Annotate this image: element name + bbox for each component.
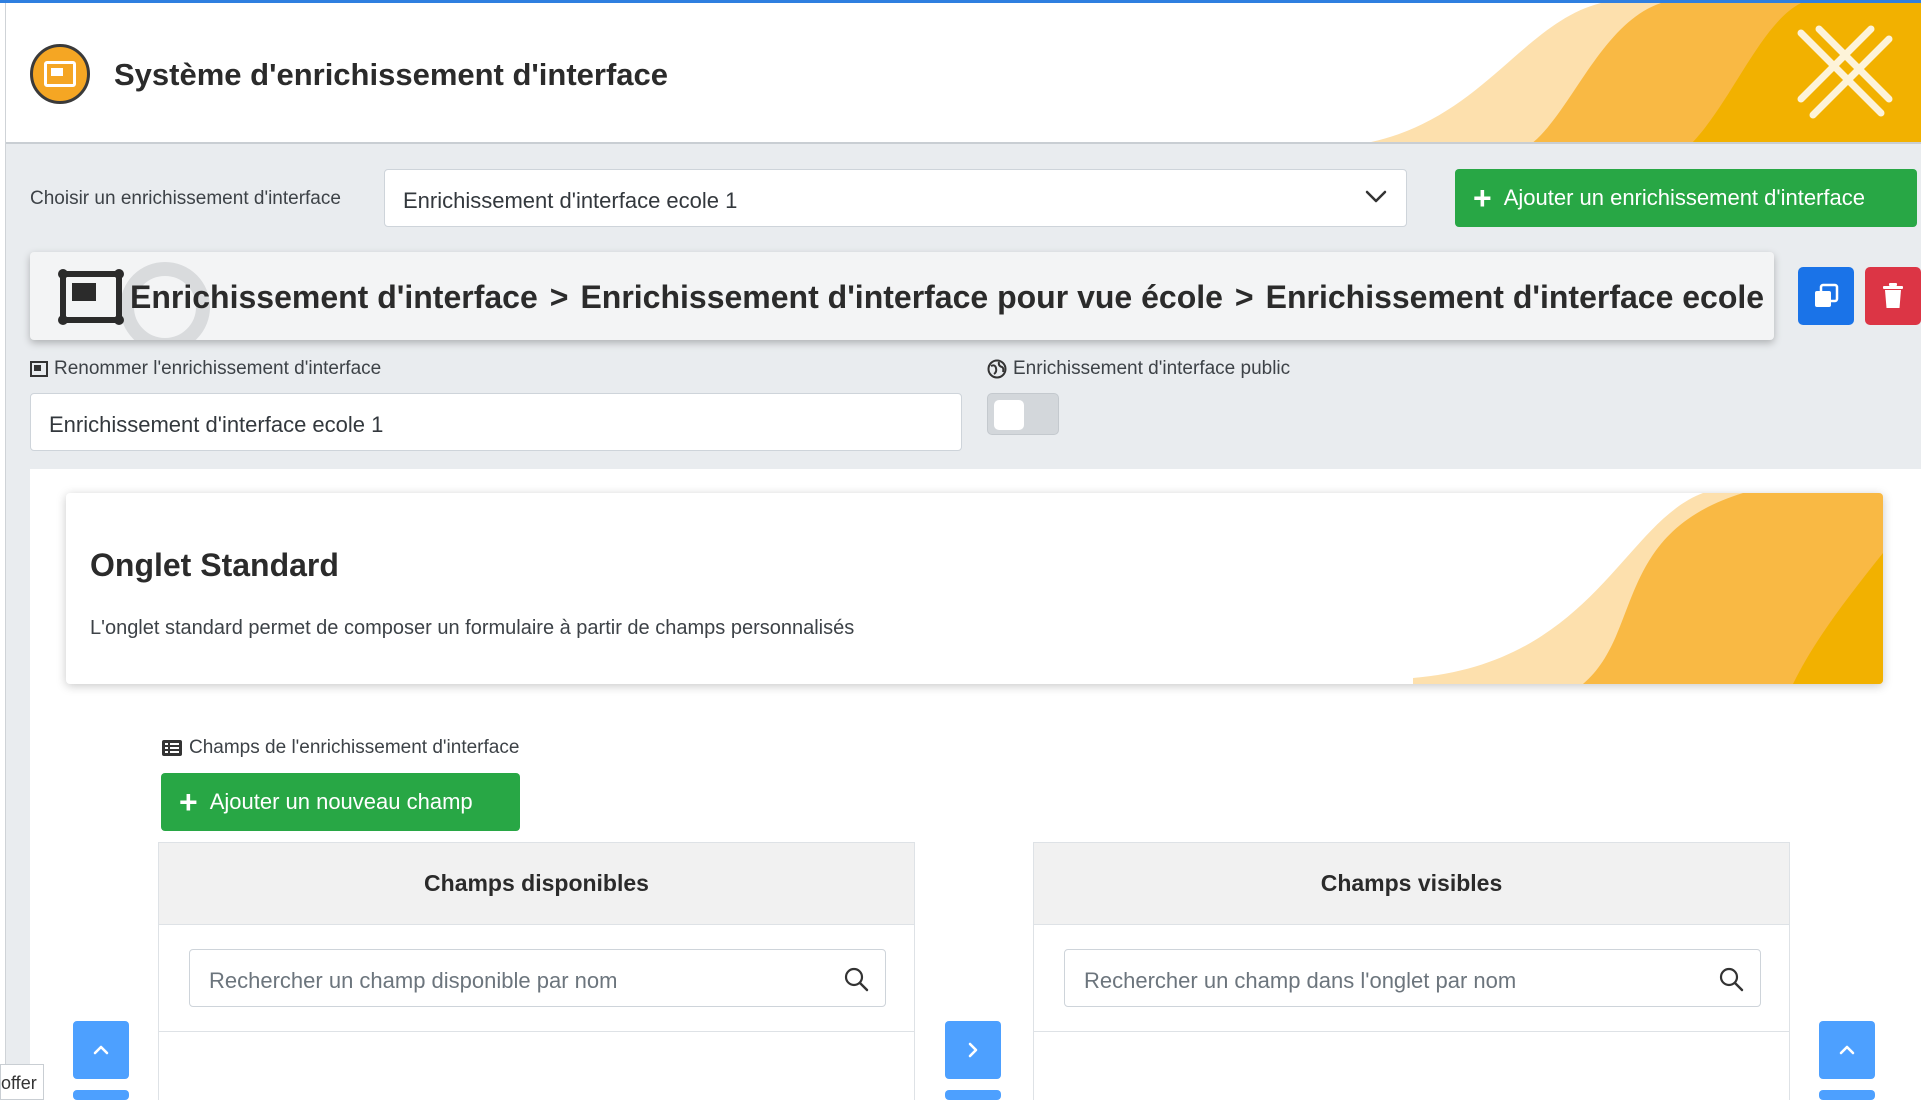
chevron-up-icon <box>93 1045 109 1055</box>
header-wave-decoration <box>1370 3 1921 142</box>
left-edge <box>0 3 6 1100</box>
toggle-knob <box>994 400 1024 430</box>
breadcrumb-separator: > <box>549 279 569 315</box>
add-field-button[interactable]: + Ajouter un nouveau champ <box>161 773 520 831</box>
visible-fields-panel: Champs visibles Rechercher un champ dans… <box>1033 842 1790 1100</box>
visible-fields-title: Champs visibles <box>1034 843 1789 925</box>
fields-label-text: Champs de l'enrichissement d'interface <box>189 737 520 758</box>
interface-enrichment-icon <box>58 269 124 325</box>
chevron-up-icon <box>1839 1045 1855 1055</box>
search-icon <box>1719 967 1744 992</box>
list-divider <box>159 1031 914 1032</box>
move-down-available-button[interactable] <box>73 1090 129 1100</box>
globe-icon <box>987 359 1007 379</box>
choose-enrichment-label: Choisir un enrichissement d'interface <box>30 188 341 209</box>
rename-label-text: Renommer l'enrichissement d'interface <box>54 358 382 379</box>
breadcrumb-item-view[interactable]: Enrichissement d'interface pour vue écol… <box>580 279 1222 315</box>
move-to-available-button[interactable] <box>945 1090 1001 1100</box>
add-field-label: Ajouter un nouveau champ <box>209 789 473 814</box>
tab-description: L'onglet standard permet de composer un … <box>90 617 855 639</box>
enrichment-select[interactable]: Enrichissement d'interface ecole 1 <box>384 169 1407 227</box>
breadcrumb-card: Enrichissement d'interface > Enrichissemen… <box>30 252 1774 340</box>
fields-label: Champs de l'enrichissement d'interface <box>161 737 519 759</box>
visible-search-input[interactable]: Rechercher un champ dans l'onglet par no… <box>1064 949 1761 1007</box>
plus-icon: + <box>179 784 198 820</box>
available-search-input[interactable]: Rechercher un champ disponible par nom <box>189 949 886 1007</box>
public-toggle[interactable] <box>987 393 1059 435</box>
app-logo-icon <box>30 44 90 104</box>
public-label: Enrichissement d'interface public <box>987 358 1290 380</box>
rename-label: Renommer l'enrichissement d'interface <box>30 358 381 380</box>
available-fields-panel: Champs disponibles Rechercher un champ d… <box>158 842 915 1100</box>
search-icon <box>844 967 869 992</box>
list-icon <box>162 740 182 756</box>
chevron-down-icon <box>1365 190 1387 203</box>
tab-card: Onglet Standard L'onglet standard permet… <box>66 493 1883 684</box>
delete-button[interactable] <box>1865 267 1921 325</box>
visible-search-placeholder: Rechercher un champ dans l'onglet par no… <box>1084 968 1517 993</box>
copy-icon <box>1815 283 1839 307</box>
corner-tooltip: offer <box>0 1064 44 1100</box>
breadcrumb-separator: > <box>1234 279 1254 315</box>
chevron-right-icon <box>968 1042 978 1058</box>
add-enrichment-button[interactable]: + Ajouter un enrichissement d'interface <box>1455 169 1917 227</box>
plus-icon: + <box>1473 180 1492 216</box>
breadcrumb-item-root[interactable]: Enrichissement d'interface <box>130 279 538 315</box>
window-icon <box>30 361 48 377</box>
breadcrumb-item-current: Enrichissement d'interface ecole 1 <box>1265 279 1774 315</box>
move-up-visible-button[interactable] <box>1819 1021 1875 1079</box>
available-fields-title: Champs disponibles <box>159 843 914 925</box>
rename-input[interactable]: Enrichissement d'interface ecole 1 <box>30 393 962 451</box>
breadcrumb: Enrichissement d'interface > Enrichissemen… <box>130 279 1774 316</box>
duplicate-button[interactable] <box>1798 267 1854 325</box>
available-search-placeholder: Rechercher un champ disponible par nom <box>209 968 618 993</box>
public-label-text: Enrichissement d'interface public <box>1013 358 1291 379</box>
tab-title: Onglet Standard <box>90 547 339 583</box>
page-title: Système d'enrichissement d'interface <box>114 57 669 92</box>
add-enrichment-label: Ajouter un enrichissement d'interface <box>1503 185 1865 210</box>
move-down-visible-button[interactable] <box>1819 1090 1875 1100</box>
rename-input-value: Enrichissement d'interface ecole 1 <box>49 412 384 437</box>
app-header: Système d'enrichissement d'interface <box>6 3 1921 144</box>
list-divider <box>1034 1031 1789 1032</box>
enrichment-select-value: Enrichissement d'interface ecole 1 <box>403 188 738 213</box>
tab-wave-decoration <box>1413 493 1883 684</box>
move-to-visible-button[interactable] <box>945 1021 1001 1079</box>
trash-icon <box>1883 283 1903 308</box>
move-up-available-button[interactable] <box>73 1021 129 1079</box>
